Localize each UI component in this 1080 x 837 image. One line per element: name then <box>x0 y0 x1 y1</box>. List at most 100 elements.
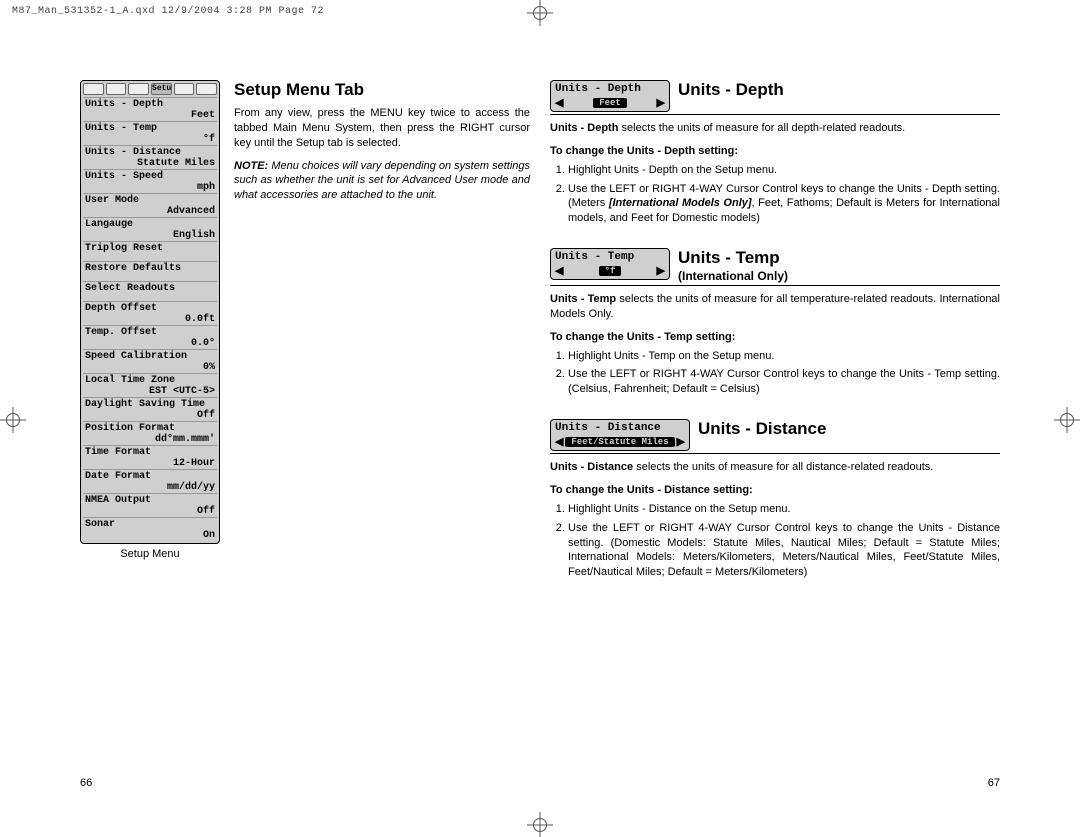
lcd-row-value: mm/dd/yy <box>85 482 215 493</box>
section-units-temp: Units - Temp ◀ °f ▶ Units - Temp (Intern… <box>550 248 1000 397</box>
lcd-row-value: 0% <box>85 362 215 373</box>
lcd-row: Triplog Reset <box>83 241 217 261</box>
lcd-row-value: mph <box>85 182 215 193</box>
lcd-row-value: °f <box>85 134 215 145</box>
lcd-row-key: Triplog Reset <box>85 243 215 254</box>
section-lead: Units - Depth selects the units of measu… <box>550 121 1000 136</box>
lcd-tab-selected: Setup <box>151 83 172 95</box>
howto-step: Highlight Units - Depth on the Setup men… <box>568 163 1000 178</box>
lcd-row-key: Depth Offset <box>85 303 215 314</box>
howto-heading: To change the Units - Temp setting: <box>550 330 1000 345</box>
page-number-right: 67 <box>988 777 1000 789</box>
print-header: M87_Man_531352-1_A.qxd 12/9/2004 3:28 PM… <box>12 6 324 17</box>
lcd-row-key: Select Readouts <box>85 283 215 294</box>
crop-mark-icon <box>527 812 553 837</box>
crop-mark-icon <box>0 407 26 433</box>
lcd-row-value: EST <UTC-5> <box>85 386 215 397</box>
howto-heading: To change the Units - Depth setting: <box>550 144 1000 159</box>
note-body: Menu choices will vary depending on syst… <box>234 160 530 202</box>
note-text: NOTE: Menu choices will vary depending o… <box>234 159 530 204</box>
lcd-row: Units - Temp°f <box>83 121 217 145</box>
left-arrow-icon: ◀ <box>555 435 563 449</box>
lcd-row: Units - DepthFeet <box>83 97 217 121</box>
lcd-row-value: 12-Hour <box>85 458 215 469</box>
lcd-row: Depth Offset0.0ft <box>83 301 217 325</box>
section-units-depth: Units - Depth ◀ Feet ▶ Units - Depth Uni… <box>550 80 1000 226</box>
option-widget-value: °f <box>599 266 622 276</box>
lcd-row: Temp. Offset0.0° <box>83 325 217 349</box>
howto-steps: Highlight Units - Depth on the Setup men… <box>568 163 1000 226</box>
howto-steps: Highlight Units - Temp on the Setup menu… <box>568 349 1000 398</box>
lcd-row: SonarOn <box>83 517 217 541</box>
lcd-row-key: User Mode <box>85 195 215 206</box>
manual-spread: M87_Man_531352-1_A.qxd 12/9/2004 3:28 PM… <box>0 0 1080 837</box>
lcd-row-value: 0.0ft <box>85 314 215 325</box>
lcd-row-key: Units - Distance <box>85 147 215 158</box>
page-left: Setup Units - DepthFeetUnits - Temp°fUni… <box>80 80 530 777</box>
lcd-row-key: Speed Calibration <box>85 351 215 362</box>
setup-menu-lcd: Setup Units - DepthFeetUnits - Temp°fUni… <box>80 80 220 560</box>
lcd-row-key: Date Format <box>85 471 215 482</box>
lcd-tab-bar: Setup <box>83 83 217 95</box>
lcd-caption: Setup Menu <box>80 548 220 560</box>
left-arrow-icon: ◀ <box>555 264 563 278</box>
lcd-row-key: Units - Speed <box>85 171 215 182</box>
section-lead: Units - Temp selects the units of measur… <box>550 292 1000 322</box>
lcd-row-key: Position Format <box>85 423 215 434</box>
lcd-row-value: Off <box>85 410 215 421</box>
lcd-row-key: Langauge <box>85 219 215 230</box>
option-widget-value: Feet/Statute Miles <box>565 437 674 447</box>
lcd-row-value: On <box>85 530 215 541</box>
lcd-row: Units - DistanceStatute Miles <box>83 145 217 169</box>
note-label: NOTE: <box>234 160 268 172</box>
section-heading: Setup Menu Tab <box>234 80 530 100</box>
lcd-tab <box>83 83 104 95</box>
lcd-row-key: Time Format <box>85 447 215 458</box>
lcd-row-value: Feet <box>85 110 215 121</box>
lcd-row: Speed Calibration0% <box>83 349 217 373</box>
option-widget-temp: Units - Temp ◀ °f ▶ <box>550 248 670 280</box>
lcd-row: Units - Speedmph <box>83 169 217 193</box>
setup-menu-article: Setup Menu Tab From any view, press the … <box>234 80 530 560</box>
section-heading: Units - Distance <box>698 419 826 439</box>
lcd-row: Restore Defaults <box>83 261 217 281</box>
lcd-row: Date Formatmm/dd/yy <box>83 469 217 493</box>
lcd-row-key: Daylight Saving Time <box>85 399 215 410</box>
lcd-row-key: Sonar <box>85 519 215 530</box>
section-units-distance: Units - Distance ◀ Feet/Statute Miles ▶ … <box>550 419 1000 580</box>
section-lead: Units - Distance selects the units of me… <box>550 460 1000 475</box>
right-arrow-icon: ▶ <box>677 435 685 449</box>
option-widget-value: Feet <box>593 98 627 108</box>
lcd-tab <box>106 83 127 95</box>
right-arrow-icon: ▶ <box>657 264 665 278</box>
option-widget-title: Units - Distance <box>555 422 685 434</box>
lcd-row-key: Units - Depth <box>85 99 215 110</box>
option-widget-title: Units - Temp <box>555 251 665 263</box>
crop-mark-icon <box>527 0 553 26</box>
section-heading: Units - Temp <box>678 248 788 268</box>
lcd-row: Time Format12-Hour <box>83 445 217 469</box>
lcd-row: Local Time ZoneEST <UTC-5> <box>83 373 217 397</box>
lcd-tab <box>196 83 217 95</box>
howto-heading: To change the Units - Distance setting: <box>550 483 1000 498</box>
page-right: Units - Depth ◀ Feet ▶ Units - Depth Uni… <box>550 80 1000 777</box>
body-text: From any view, press the MENU key twice … <box>234 106 530 151</box>
lcd-row: Daylight Saving TimeOff <box>83 397 217 421</box>
lcd-row-key: Restore Defaults <box>85 263 215 274</box>
lcd-tab <box>174 83 195 95</box>
option-widget-depth: Units - Depth ◀ Feet ▶ <box>550 80 670 112</box>
lcd-row: NMEA OutputOff <box>83 493 217 517</box>
lcd-row: LangaugeEnglish <box>83 217 217 241</box>
howto-step: Highlight Units - Temp on the Setup menu… <box>568 349 1000 364</box>
howto-steps: Highlight Units - Distance on the Setup … <box>568 502 1000 580</box>
lcd-row-key: Units - Temp <box>85 123 215 134</box>
lcd-row-key: Local Time Zone <box>85 375 215 386</box>
howto-step: Highlight Units - Distance on the Setup … <box>568 502 1000 517</box>
howto-step: Use the LEFT or RIGHT 4-WAY Cursor Contr… <box>568 521 1000 580</box>
lcd-row-value: English <box>85 230 215 241</box>
lcd-row: Select Readouts <box>83 281 217 301</box>
lcd-row-value: 0.0° <box>85 338 215 349</box>
lcd-row: User ModeAdvanced <box>83 193 217 217</box>
lcd-row-value: Advanced <box>85 206 215 217</box>
option-widget-distance: Units - Distance ◀ Feet/Statute Miles ▶ <box>550 419 690 451</box>
